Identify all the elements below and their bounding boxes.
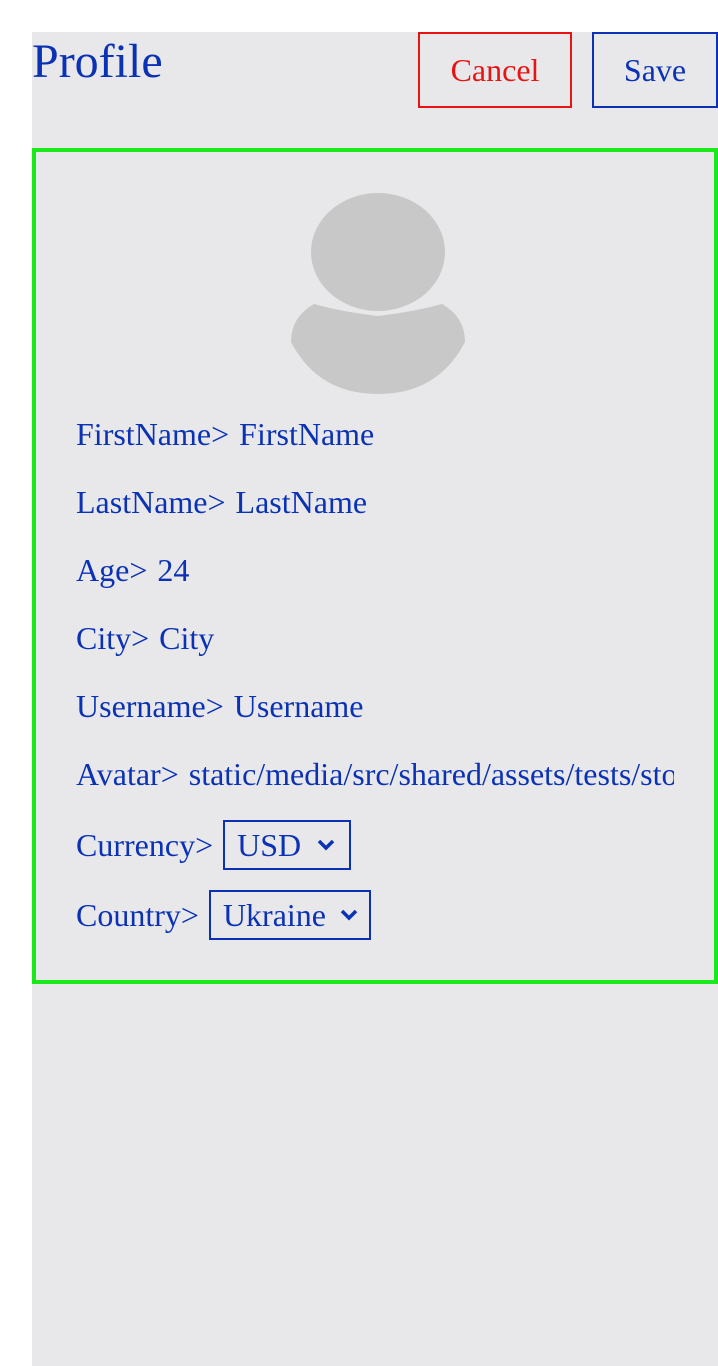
chevron-down-icon [340,909,358,921]
last-name-value[interactable]: LastName [236,482,368,522]
avatar-url-value[interactable]: static/media/src/shared/assets/tests/sto [189,754,674,794]
profile-page: Profile Cancel Save FirstName> FirstName… [32,32,718,1366]
city-label: City> [76,620,150,656]
last-name-label: LastName> [76,484,226,520]
currency-selected-value: USD [237,827,302,863]
country-selected-value: Ukraine [222,897,326,933]
user-silhouette-icon [291,193,465,394]
last-name-field: LastName> LastName [76,482,367,522]
chevron-down-icon [317,839,335,851]
country-select[interactable]: Ukraine [208,890,371,940]
avatar-label: Avatar> [76,756,179,792]
currency-select[interactable]: USD [223,820,352,870]
first-name-label: FirstName> [76,416,230,452]
username-field: Username> Username [76,686,363,726]
profile-card: FirstName> FirstName LastName> LastName … [32,148,718,984]
first-name-field: FirstName> FirstName [76,414,374,454]
city-field: City> City [76,618,214,658]
age-field: Age> 24 [76,550,189,590]
currency-field: Currency> USD [76,820,352,870]
avatar [288,192,468,394]
age-value[interactable]: 24 [157,550,189,590]
currency-label: Currency> [76,827,214,863]
age-label: Age> [76,552,148,588]
country-field: Country> Ukraine [76,890,371,940]
first-name-value[interactable]: FirstName [239,414,374,454]
city-value[interactable]: City [159,618,214,658]
save-button[interactable]: Save [592,32,718,108]
cancel-button[interactable]: Cancel [418,32,572,108]
avatar-field: Avatar> static/media/src/shared/assets/t… [76,754,674,794]
username-label: Username> [76,688,224,724]
username-value[interactable]: Username [234,686,364,726]
country-label: Country> [76,897,199,933]
page-title: Profile [32,35,163,88]
